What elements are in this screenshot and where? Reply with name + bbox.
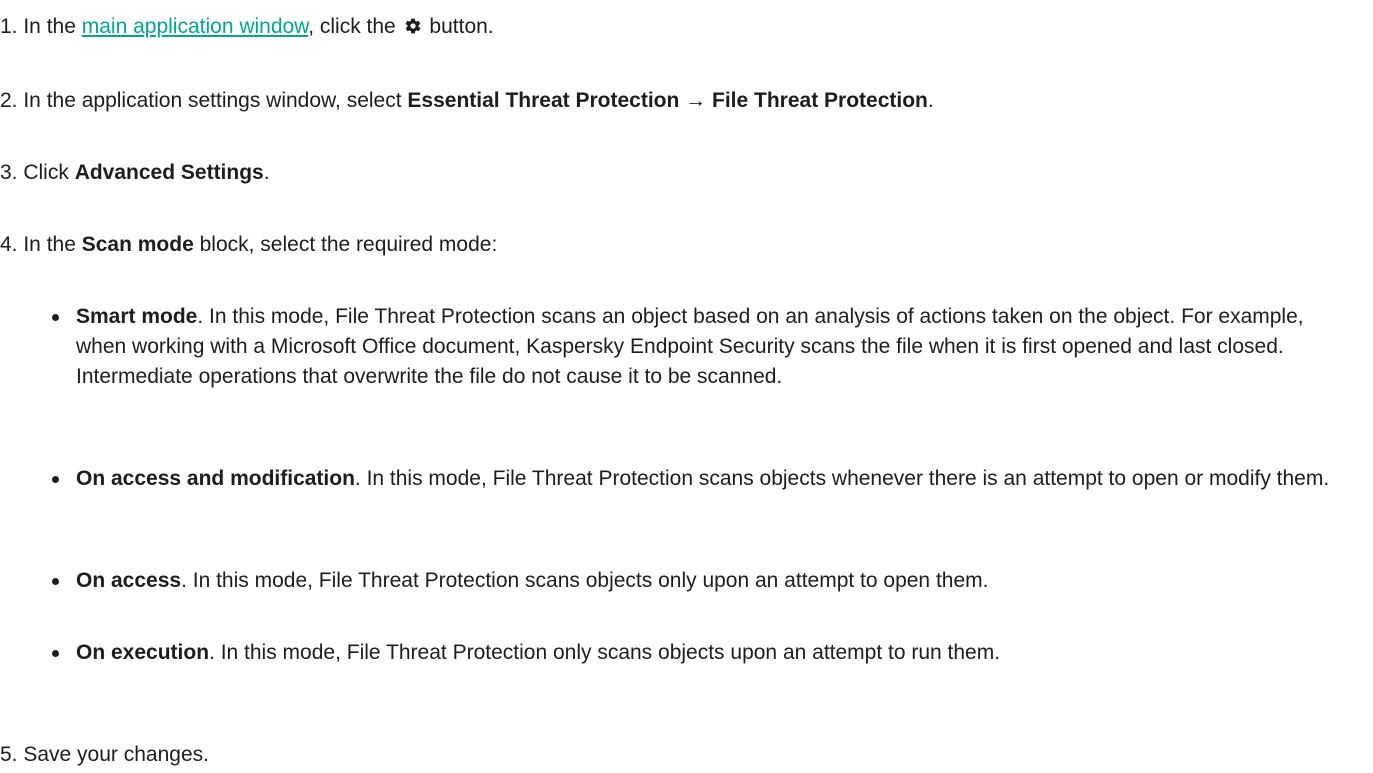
scan-mode-list: On access. In this mode, File Threat Pro… bbox=[52, 566, 1342, 596]
step-text: button. bbox=[423, 15, 494, 38]
scan-mode-label: Scan mode bbox=[81, 233, 194, 256]
step-text: In the bbox=[17, 233, 82, 256]
step-number: 5. bbox=[0, 743, 18, 766]
mode-name: Smart mode bbox=[76, 305, 198, 328]
step-3: 3. Click Advanced Settings. bbox=[0, 158, 270, 188]
mode-description: . In this mode, File Threat Protection s… bbox=[76, 305, 1304, 388]
step-number: 1. bbox=[0, 15, 18, 38]
mode-name: On execution bbox=[76, 641, 210, 664]
mode-name: On access bbox=[76, 569, 182, 592]
file-threat-protection-label: File Threat Protection bbox=[712, 89, 928, 112]
step-text: block, select the required mode: bbox=[193, 233, 498, 256]
scan-mode-list: On execution. In this mode, File Threat … bbox=[52, 638, 1342, 668]
step-4: 4. In the Scan mode block, select the re… bbox=[0, 230, 497, 260]
step-text: . bbox=[263, 161, 270, 184]
essential-threat-protection-label: Essential Threat Protection bbox=[407, 89, 680, 112]
step-number: 4. bbox=[0, 233, 18, 256]
gear-icon bbox=[404, 14, 422, 34]
step-text: In the bbox=[17, 15, 82, 38]
step-text: , click the bbox=[308, 15, 402, 38]
list-item: On access and modification. In this mode… bbox=[52, 464, 1342, 494]
mode-name: On access and modification bbox=[76, 467, 355, 490]
help-document: 1. In the main application window, click… bbox=[0, 0, 1373, 773]
list-item: Smart mode. In this mode, File Threat Pr… bbox=[52, 302, 1342, 392]
step-text: In the application settings window, sele… bbox=[17, 89, 408, 112]
mode-description: . In this mode, File Threat Protection s… bbox=[354, 467, 1330, 490]
main-application-window-link[interactable]: main application window bbox=[82, 15, 308, 38]
step-text: Click bbox=[17, 161, 75, 184]
step-text: . bbox=[927, 89, 934, 112]
scan-mode-list: Smart mode. In this mode, File Threat Pr… bbox=[52, 302, 1342, 392]
step-number: 3. bbox=[0, 161, 18, 184]
arrow: → bbox=[679, 89, 712, 112]
step-1: 1. In the main application window, click… bbox=[0, 12, 494, 42]
step-text: Save your changes. bbox=[17, 743, 209, 766]
step-2: 2. In the application settings window, s… bbox=[0, 86, 934, 116]
list-item: On access. In this mode, File Threat Pro… bbox=[52, 566, 1342, 596]
scan-mode-list: On access and modification. In this mode… bbox=[52, 464, 1342, 494]
step-number: 2. bbox=[0, 89, 18, 112]
list-item: On execution. In this mode, File Threat … bbox=[52, 638, 1342, 668]
step-5: 5. Save your changes. bbox=[0, 740, 209, 770]
advanced-settings-label: Advanced Settings bbox=[74, 161, 264, 184]
mode-description: . In this mode, File Threat Protection o… bbox=[209, 641, 1001, 664]
mode-description: . In this mode, File Threat Protection s… bbox=[181, 569, 989, 592]
